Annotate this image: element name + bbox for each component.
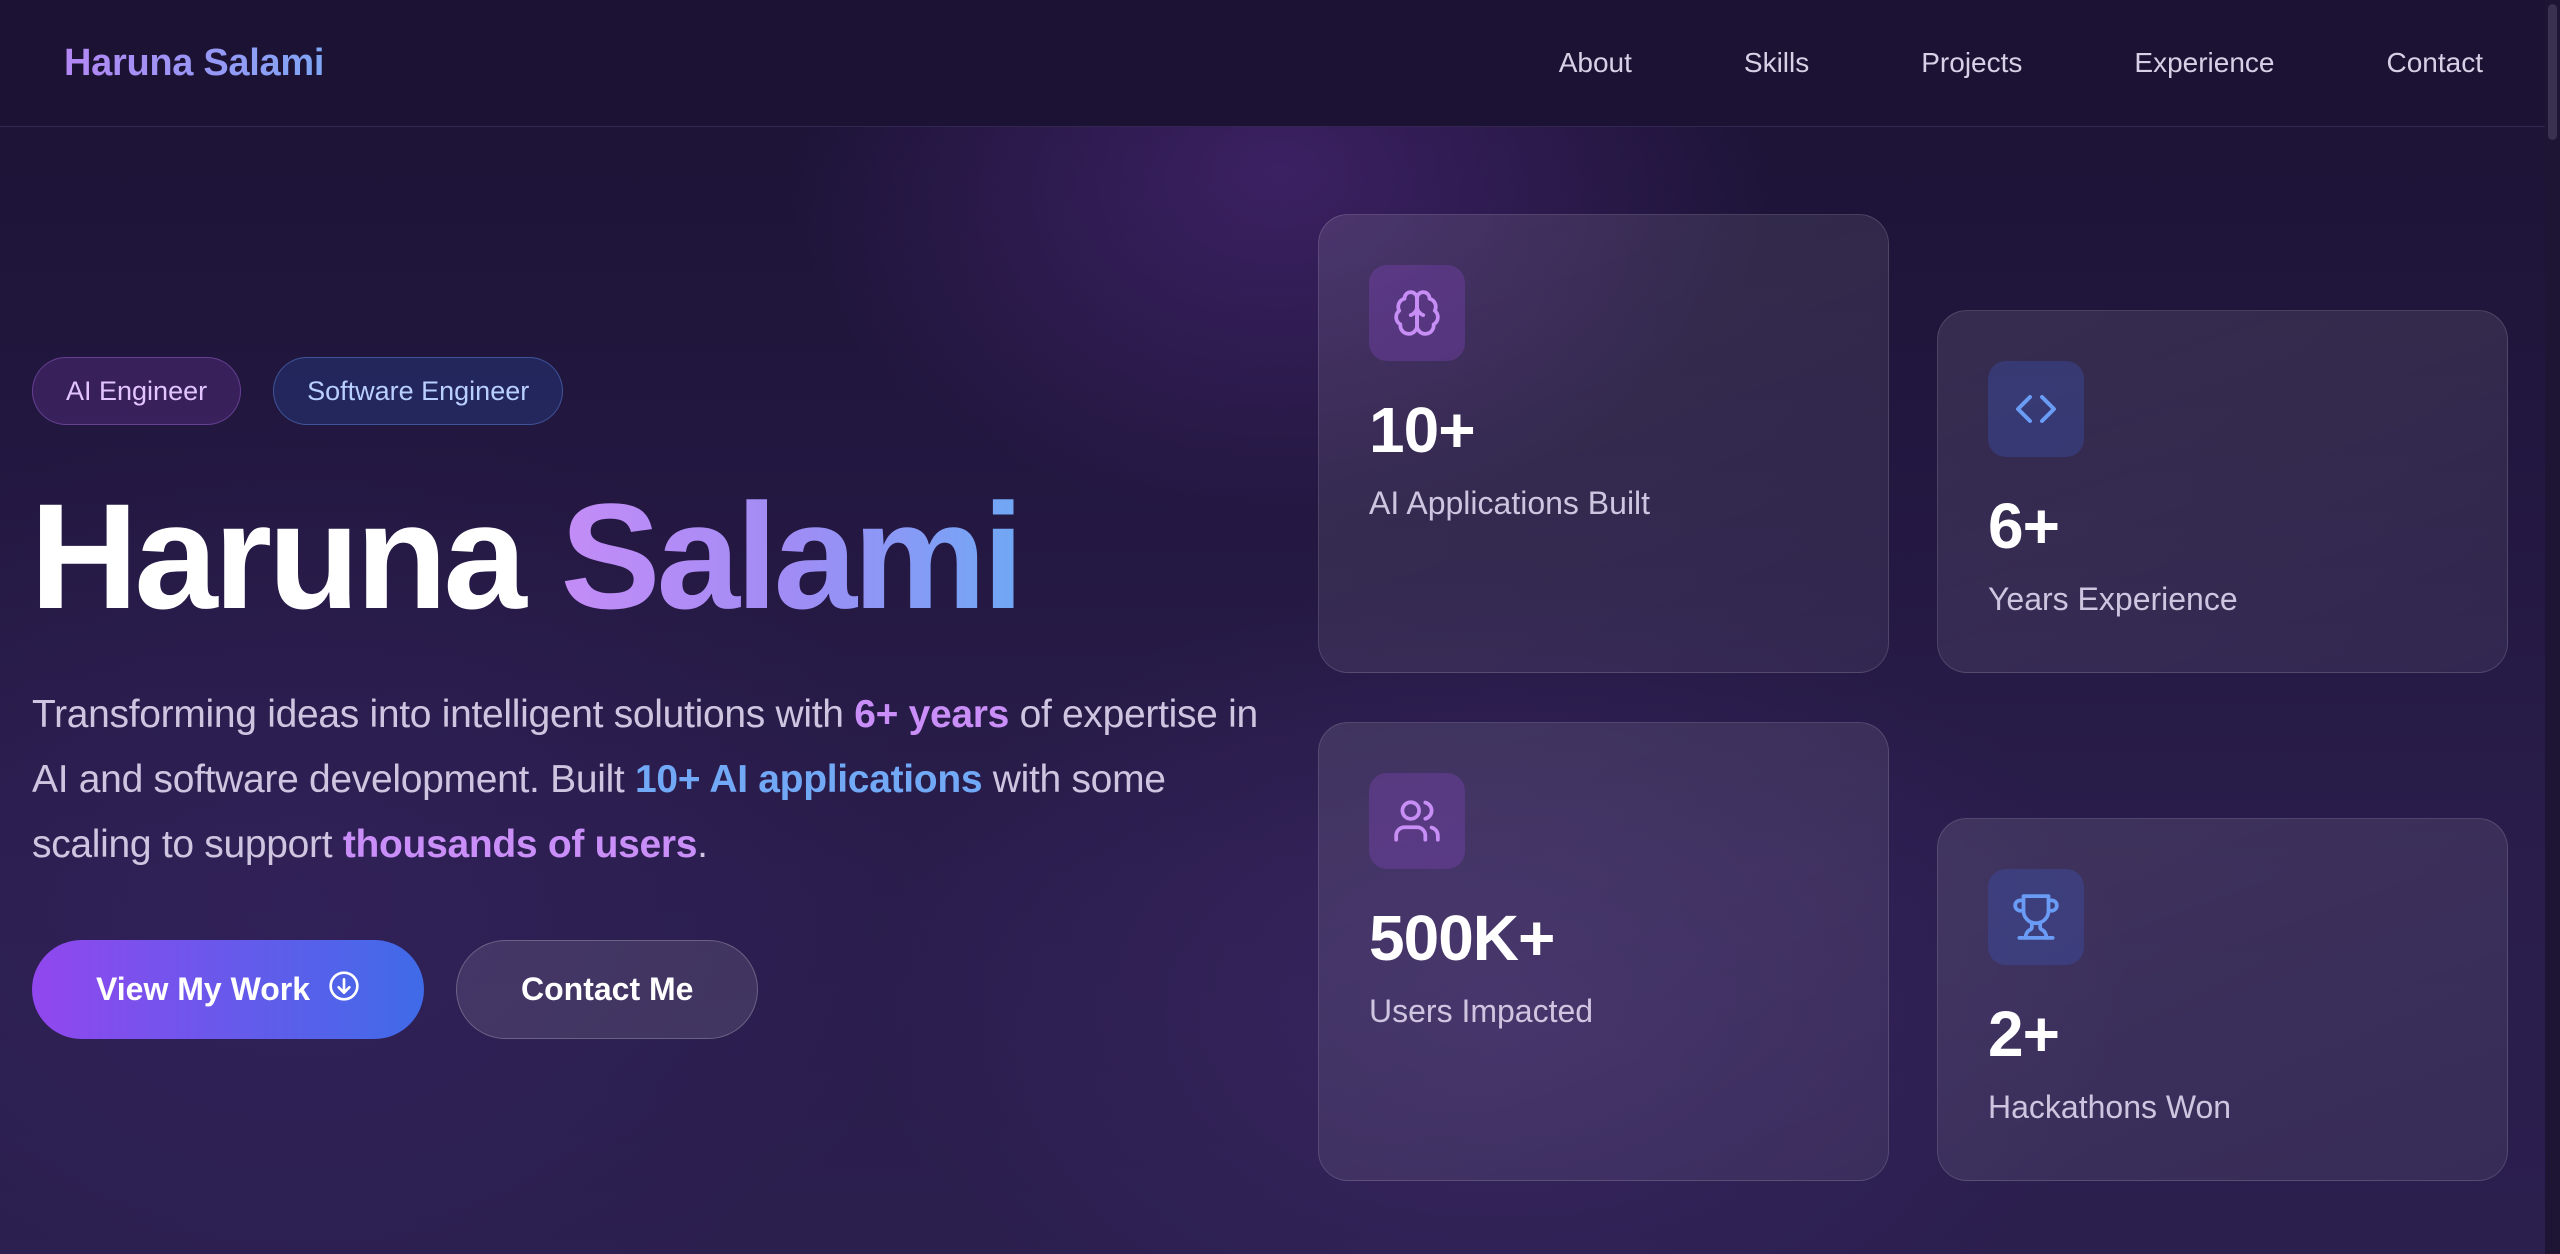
users-icon (1369, 773, 1465, 869)
hero-description: Transforming ideas into intelligent solu… (32, 682, 1262, 877)
arrow-down-circle-icon (328, 970, 360, 1010)
desc-highlight-users: thousands of users (342, 823, 698, 866)
stat-card-ai-apps: 10+ AI Applications Built (1318, 214, 1889, 673)
hero-title-first: Haruna (30, 472, 527, 640)
stat-value: 6+ (1988, 490, 2060, 562)
view-my-work-label: View My Work (96, 971, 310, 1007)
contact-me-label: Contact Me (521, 971, 694, 1007)
stat-label: Years Experience (1988, 581, 2238, 617)
role-badges: AI Engineer Software Engineer (32, 357, 564, 425)
desc-highlight-years: 6+ years (854, 693, 1010, 736)
stat-card-users: 500K+ Users Impacted (1318, 722, 1889, 1181)
desc-text-1: Transforming ideas into intelligent solu… (32, 693, 855, 736)
page-scrollbar[interactable] (2545, 0, 2560, 1254)
main-nav: About Skills Projects Experience Contact (1447, 47, 2483, 79)
badge-software-engineer: Software Engineer (273, 357, 564, 425)
desc-text-4: . (697, 823, 708, 866)
stat-label: Users Impacted (1369, 993, 1594, 1029)
stat-value: 500K+ (1369, 902, 1555, 974)
nav-link-experience[interactable]: Experience (2134, 47, 2274, 79)
nav-link-skills[interactable]: Skills (1744, 47, 1809, 79)
hero-title: Haruna Salami (30, 477, 1024, 636)
desc-highlight-apps: 10+ AI applications (635, 758, 983, 801)
scrollbar-thumb[interactable] (2548, 4, 2557, 140)
hero-buttons: View My Work Contact Me (32, 940, 759, 1039)
nav-link-about[interactable]: About (1559, 47, 1632, 79)
site-header: Haruna Salami About Skills Projects Expe… (0, 0, 2545, 127)
view-my-work-button[interactable]: View My Work (32, 940, 424, 1039)
brain-icon (1369, 265, 1465, 361)
contact-me-button[interactable]: Contact Me (456, 940, 759, 1039)
stat-value: 2+ (1988, 998, 2060, 1070)
trophy-icon (1988, 869, 2084, 965)
stat-value: 10+ (1369, 394, 1476, 466)
stat-label: Hackathons Won (1988, 1089, 2232, 1125)
nav-link-projects[interactable]: Projects (1921, 47, 2022, 79)
hero-title-last: Salami (560, 472, 1024, 640)
nav-link-contact[interactable]: Contact (2387, 47, 2484, 79)
stat-card-hackathons: 2+ Hackathons Won (1937, 818, 2508, 1181)
site-logo[interactable]: Haruna Salami (64, 42, 324, 85)
stat-label: AI Applications Built (1369, 485, 1651, 521)
badge-ai-engineer: AI Engineer (32, 357, 242, 425)
stat-card-years: 6+ Years Experience (1937, 310, 2508, 673)
code-icon (1988, 361, 2084, 457)
